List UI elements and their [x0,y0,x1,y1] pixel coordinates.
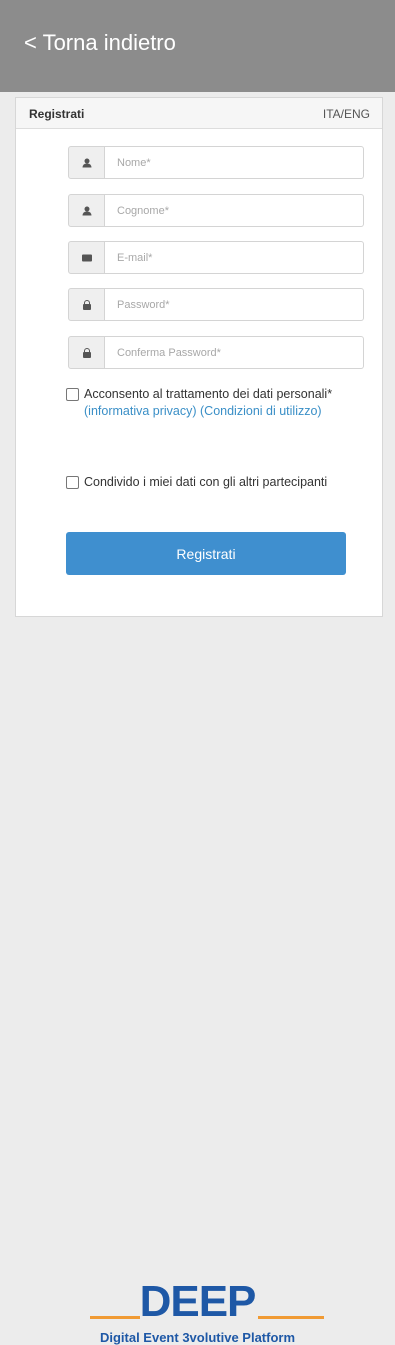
last-name-addon [68,194,105,227]
back-link[interactable]: < Torna indietro [24,30,176,56]
email-field [68,241,364,274]
logo-tagline: Digital Event 3volutive Platform [99,1330,296,1345]
registration-card: Registrati ITA/ENG Acconsento al trattam… [15,97,383,617]
password-input[interactable] [105,288,364,321]
register-button[interactable]: Registrati [66,532,346,575]
user-icon [82,158,91,167]
envelope-icon [81,254,92,261]
card-header: Registrati ITA/ENG [16,98,382,129]
user-icon [82,206,91,215]
confirm-password-field [68,336,364,369]
top-bar: < Torna indietro [0,0,395,92]
language-toggle[interactable]: ITA/ENG [323,107,370,121]
last-name-input[interactable] [105,194,364,227]
password-field [68,288,364,321]
confirm-password-input[interactable] [105,336,364,369]
password-addon [68,288,105,321]
email-addon [68,241,105,274]
consent-text-block: Acconsento al trattamento dei dati perso… [84,386,344,420]
consent-label: Acconsento al trattamento dei dati perso… [84,387,333,401]
last-name-field [68,194,364,227]
share-data-label: Condivido i miei dati con gli altri part… [84,475,328,489]
email-input[interactable] [105,241,364,274]
privacy-link[interactable]: (informativa privacy) [84,404,197,418]
first-name-input[interactable] [105,146,364,179]
lock-icon [82,347,91,358]
share-data-checkbox[interactable] [66,476,79,489]
confirm-password-addon [68,336,105,369]
consent-checkbox[interactable] [66,388,79,401]
lock-icon [82,299,91,310]
first-name-addon [68,146,105,179]
terms-link[interactable]: (Condizioni di utilizzo) [200,404,322,418]
logo-wordmark: DEEP [139,1277,257,1326]
deep-logo: DEEP Digital Event 3volutive Platform [0,640,395,1345]
first-name-field [68,146,364,179]
card-title: Registrati [29,107,85,121]
